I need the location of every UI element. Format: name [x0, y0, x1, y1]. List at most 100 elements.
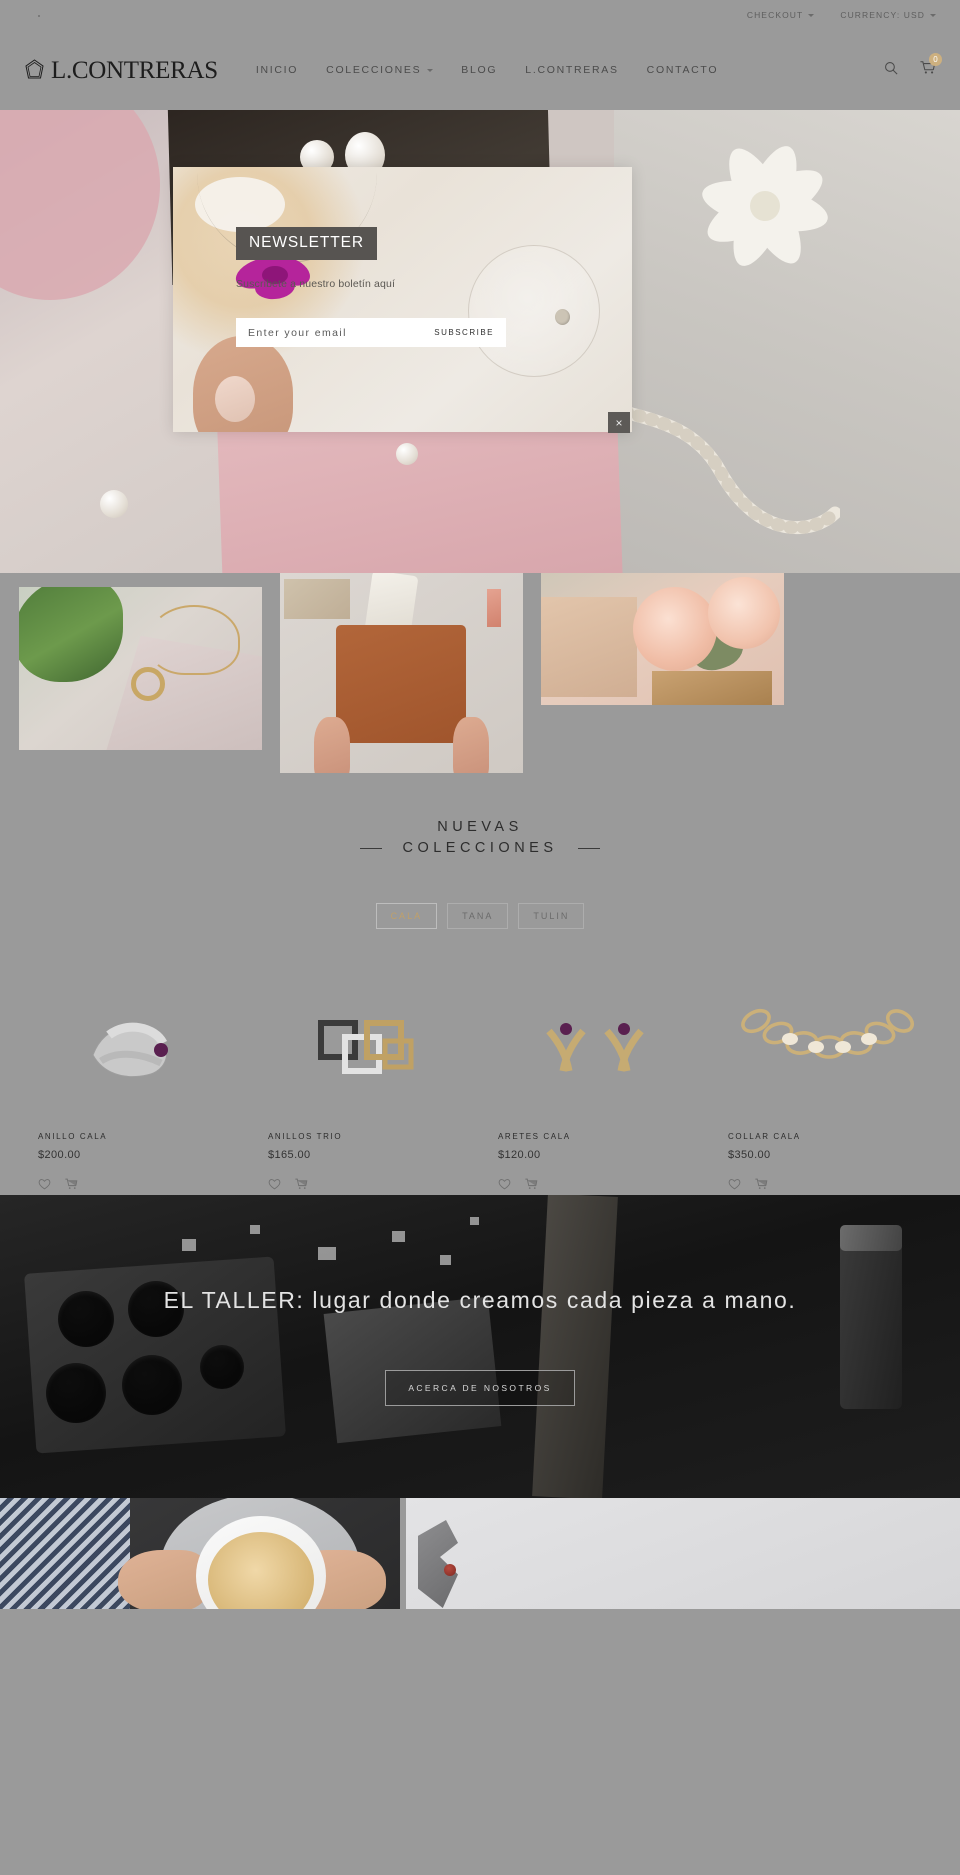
- checkout-link[interactable]: CHECKOUT: [747, 10, 815, 20]
- product-name[interactable]: COLLAR CALA: [728, 1132, 922, 1141]
- promo-rose: [708, 577, 780, 649]
- promo-rose: [633, 587, 717, 671]
- promo-hand-right: [453, 717, 489, 773]
- chevron-down-icon: [930, 13, 936, 17]
- top-utility-bar: CHECKOUT CURRENCY: USD: [0, 0, 960, 30]
- email-input[interactable]: [248, 326, 435, 339]
- product-actions: [38, 1177, 232, 1195]
- product-image-aretes-cala[interactable]: [498, 969, 692, 1124]
- heart-icon[interactable]: [498, 1177, 511, 1195]
- nav-label: CONTACTO: [646, 64, 719, 76]
- promo-lipstick: [487, 589, 501, 627]
- collection-filter-tabs: CALA TANA TULIN: [0, 903, 960, 929]
- product-price: $120.00: [498, 1149, 541, 1161]
- main-navigation: INICIO COLECCIONES BLOG L.CONTRERAS CONT…: [256, 64, 718, 76]
- gemstone: [444, 1564, 456, 1576]
- product-card: ANILLOS TRIO $165.00: [250, 969, 480, 1195]
- filter-tab-cala[interactable]: CALA: [375, 903, 438, 929]
- product-image-collar-cala[interactable]: [728, 969, 922, 1124]
- product-price: $200.00: [38, 1149, 81, 1161]
- workshop-content: EL TALLER: lugar donde creamos cada piez…: [0, 1195, 960, 1498]
- promo-hand-left: [314, 717, 350, 773]
- workshop-headline: EL TALLER: lugar donde creamos cada piez…: [163, 1287, 797, 1313]
- bottom-panel-workshop-tool[interactable]: [406, 1498, 960, 1609]
- newsletter-content: NEWSLETTER Suscribete a nuestro boletín …: [173, 167, 632, 432]
- cart-count-badge: 0: [929, 53, 942, 66]
- promo-tile-jewelry[interactable]: [19, 587, 262, 750]
- newsletter-form: SUBSCRIBE: [236, 318, 506, 347]
- cart-icon[interactable]: [755, 1177, 768, 1195]
- product-image-anillos-trio[interactable]: [268, 969, 462, 1124]
- product-price: $350.00: [728, 1149, 771, 1161]
- product-actions: [268, 1177, 462, 1195]
- fabric-texture: [0, 1498, 130, 1609]
- hand-left: [118, 1550, 208, 1609]
- promo-tile-accessories[interactable]: [280, 573, 523, 773]
- product-card: COLLAR CALA $350.00: [710, 969, 940, 1195]
- promo-chain: [148, 605, 240, 675]
- hero-pearl: [100, 490, 128, 518]
- workshop-banner: EL TALLER: lugar donde creamos cada piez…: [0, 1195, 960, 1498]
- product-card: ANILLO CALA $200.00: [20, 969, 250, 1195]
- nav-item-lcontreras[interactable]: L.CONTRERAS: [525, 64, 618, 76]
- product-name[interactable]: ANILLOS TRIO: [268, 1132, 462, 1141]
- promo-basket: [652, 671, 772, 705]
- cart-icon[interactable]: 0: [920, 53, 942, 80]
- promo-hand: [541, 597, 637, 697]
- search-icon[interactable]: [884, 61, 898, 80]
- section-title-line1: NUEVAS: [437, 819, 523, 835]
- currency-label: CURRENCY: USD: [840, 10, 925, 20]
- currency-selector[interactable]: CURRENCY: USD: [840, 10, 936, 20]
- nav-label: BLOG: [461, 64, 498, 76]
- new-collections-section: NUEVAS COLECCIONES CALA TANA TULIN ANILL…: [0, 783, 960, 1195]
- bottom-image-panels: [0, 1498, 960, 1609]
- nav-item-blog[interactable]: BLOG: [461, 64, 497, 76]
- hero-pearl: [396, 443, 418, 465]
- heart-icon[interactable]: [268, 1177, 281, 1195]
- cart-icon[interactable]: [65, 1177, 78, 1195]
- close-icon[interactable]: ×: [608, 412, 630, 433]
- site-logo[interactable]: L.CONTRERAS: [24, 58, 218, 83]
- promo-ring: [131, 667, 165, 701]
- nav-item-inicio[interactable]: INICIO: [256, 64, 298, 76]
- topbar-dot: [38, 15, 40, 17]
- nav-item-contacto[interactable]: CONTACTO: [647, 64, 719, 76]
- filter-tab-tulin[interactable]: TULIN: [518, 903, 585, 929]
- product-name[interactable]: ANILLO CALA: [38, 1132, 232, 1141]
- product-image-anillo-cala[interactable]: [38, 969, 232, 1124]
- checkout-label: CHECKOUT: [746, 10, 804, 20]
- about-us-button[interactable]: ACERCA DE NOSOTROS: [385, 1370, 575, 1406]
- newsletter-badge: NEWSLETTER: [236, 227, 377, 260]
- cart-icon[interactable]: [525, 1177, 538, 1195]
- heart-icon[interactable]: [38, 1177, 51, 1195]
- subscribe-button[interactable]: SUBSCRIBE: [434, 328, 494, 337]
- newsletter-modal: NEWSLETTER Suscribete a nuestro boletín …: [173, 167, 632, 432]
- product-card: ARETES CALA $120.00: [480, 969, 710, 1195]
- bottom-panel-coffee[interactable]: [0, 1498, 400, 1609]
- product-price: $165.00: [268, 1149, 311, 1161]
- promo-image-strip: [0, 573, 960, 783]
- nav-label: L.CONTRERAS: [525, 64, 619, 76]
- product-name[interactable]: ARETES CALA: [498, 1132, 692, 1141]
- product-actions: [498, 1177, 692, 1195]
- header-actions: 0: [884, 53, 942, 80]
- gem-icon: [24, 58, 45, 82]
- heart-icon[interactable]: [728, 1177, 741, 1195]
- cart-icon[interactable]: [295, 1177, 308, 1195]
- product-actions: [728, 1177, 922, 1195]
- section-title-line2: COLECCIONES: [402, 840, 558, 856]
- logo-wordmark: L.CONTRERAS: [51, 56, 218, 84]
- promo-leather-bag: [336, 625, 466, 743]
- nav-label: INICIO: [255, 64, 299, 76]
- promo-leaf: [19, 587, 123, 682]
- product-grid: ANILLO CALA $200.00 ANILLOS TRIO $165.00…: [0, 929, 960, 1195]
- hero-flower: [690, 144, 840, 274]
- promo-tile-roses[interactable]: [541, 573, 784, 705]
- section-title-row: COLECCIONES: [0, 838, 960, 859]
- filter-tab-tana[interactable]: TANA: [447, 903, 509, 929]
- site-header: L.CONTRERAS INICIO COLECCIONES BLOG L.CO…: [0, 30, 960, 110]
- title-dash-right: [578, 848, 600, 849]
- title-dash-left: [360, 848, 382, 849]
- nav-item-colecciones[interactable]: COLECCIONES: [326, 64, 434, 76]
- chevron-down-icon: [808, 13, 815, 17]
